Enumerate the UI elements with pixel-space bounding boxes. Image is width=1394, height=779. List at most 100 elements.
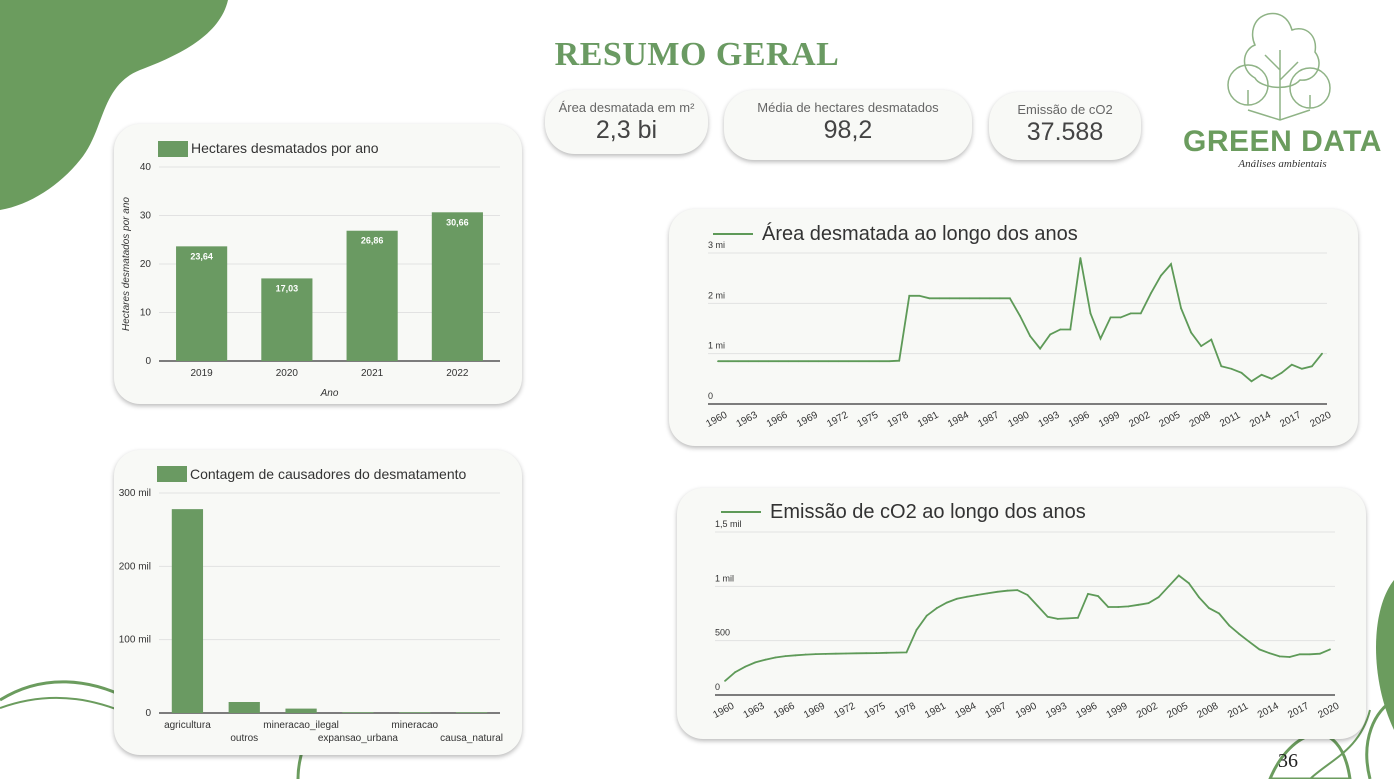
line-chart-area: 0 1 mi 2 mi 3 mi 1960 1963 1966 1969 1972 1975 197… <box>704 240 1333 430</box>
data-point <box>784 655 787 657</box>
kpi-value: 98,2 <box>823 116 873 144</box>
data-point <box>817 360 820 363</box>
data-point <box>1220 365 1223 368</box>
data-point <box>1280 371 1283 374</box>
data-point <box>958 297 961 300</box>
kpi-label: Média de hectares desmatados <box>757 100 939 115</box>
y-tick-label: 0 <box>145 356 151 367</box>
logo-name: GREEN DATA <box>1183 125 1382 158</box>
data-label: 17,03 <box>276 283 299 293</box>
data-point <box>1240 371 1243 374</box>
data-point <box>1077 616 1079 619</box>
data-point <box>1230 367 1233 370</box>
x-axis-label: Ano <box>320 388 339 399</box>
data-point <box>925 614 928 617</box>
x-tick-label: 1975 <box>855 410 880 430</box>
data-point <box>1187 582 1190 584</box>
data-point <box>764 658 767 661</box>
tree-logo-icon <box>1227 12 1331 121</box>
kpi-emissao-co2: Emissão de cO2 37.588 <box>989 92 1141 160</box>
data-point <box>1019 315 1021 317</box>
line-chart-emissao: 0 500 1 mil 1,5 mil 1960 1963 1966 1969 1972 1975… <box>711 519 1341 721</box>
chart-card-causadores: Contagem de causadores do desmatamento 0… <box>114 450 522 755</box>
x-tick-label: 1999 <box>1105 701 1130 721</box>
data-point <box>1248 640 1251 643</box>
data-point <box>885 651 888 654</box>
data-point <box>986 592 989 595</box>
x-tick-label: mineracao_ilegal <box>263 720 339 731</box>
data-point <box>945 601 948 604</box>
data-point <box>814 653 817 656</box>
data-point <box>1026 594 1029 596</box>
series-line <box>724 574 1331 682</box>
data-point <box>794 654 797 657</box>
bar <box>342 712 374 713</box>
data-point <box>868 360 870 363</box>
x-tick-label: 2019 <box>191 368 214 379</box>
data-point <box>1270 377 1273 380</box>
data-point <box>1117 606 1120 608</box>
y-tick-label: 3 mi <box>708 240 725 250</box>
x-tick-label: 2011 <box>1218 410 1243 430</box>
x-tick-label: 1999 <box>1097 410 1122 430</box>
data-point <box>845 652 847 655</box>
y-tick-label: 0 <box>715 682 720 692</box>
data-point <box>1036 604 1039 607</box>
x-tick-label: 1978 <box>893 701 918 721</box>
data-point <box>827 360 830 363</box>
x-tick-label: 1966 <box>772 701 797 721</box>
y-tick-label: 500 <box>715 628 730 638</box>
data-point <box>1268 652 1271 655</box>
logo-tagline: Análises ambientais <box>1238 158 1327 170</box>
data-point <box>1049 333 1052 336</box>
data-point <box>1218 612 1220 615</box>
data-point <box>1300 367 1303 370</box>
y-tick-label: 40 <box>140 162 152 173</box>
data-point <box>976 594 978 596</box>
x-tick-label: 1993 <box>1037 410 1062 430</box>
x-tick-label: 1963 <box>735 410 760 430</box>
x-tick-label: 2011 <box>1226 701 1251 721</box>
page-number: 36 <box>1278 750 1298 772</box>
data-point <box>938 297 941 300</box>
data-point <box>1069 328 1072 331</box>
data-point <box>908 294 911 297</box>
x-tick-label: 2014 <box>1248 410 1273 430</box>
x-tick-label: 1960 <box>711 701 736 721</box>
data-point <box>767 360 770 363</box>
data-point <box>898 359 901 362</box>
data-point <box>1167 585 1170 588</box>
chart-card-emissao: Emissão de cO2 ao longo dos anos 0 500 1 m… <box>677 488 1366 739</box>
data-point <box>1329 648 1331 651</box>
data-point <box>1278 655 1281 658</box>
data-point <box>835 652 837 655</box>
y-tick-label: 10 <box>140 308 152 319</box>
x-tick-label: causa_natural <box>440 733 503 744</box>
y-tick-label: 2 mi <box>708 290 725 300</box>
x-tick-label: 1960 <box>704 410 729 430</box>
data-point <box>878 360 880 363</box>
bar <box>285 708 317 713</box>
data-point <box>1059 328 1062 331</box>
data-point <box>1228 624 1231 627</box>
data-point <box>956 597 958 600</box>
data-point <box>1311 365 1313 368</box>
x-tick-label: 1981 <box>923 701 948 721</box>
data-point <box>747 360 750 363</box>
bar <box>346 230 398 361</box>
kpi-media-hectares: Média de hectares desmatados 98,2 <box>724 90 972 160</box>
data-point <box>744 665 747 668</box>
bar <box>455 712 488 713</box>
data-point <box>1137 603 1140 606</box>
data-point <box>1190 331 1193 334</box>
data-point <box>1087 593 1089 595</box>
x-tick-label: 1978 <box>886 410 911 430</box>
data-point <box>1200 345 1203 348</box>
data-point <box>1319 652 1321 655</box>
data-point <box>895 651 898 654</box>
x-tick-label: 1984 <box>946 410 971 430</box>
data-point <box>1119 316 1122 319</box>
y-tick-label: 300 mil <box>119 488 151 499</box>
data-point <box>1016 589 1019 592</box>
bar-chart-causadores: 0100 mil200 mil300 milagriculturaoutrosm… <box>119 488 503 744</box>
